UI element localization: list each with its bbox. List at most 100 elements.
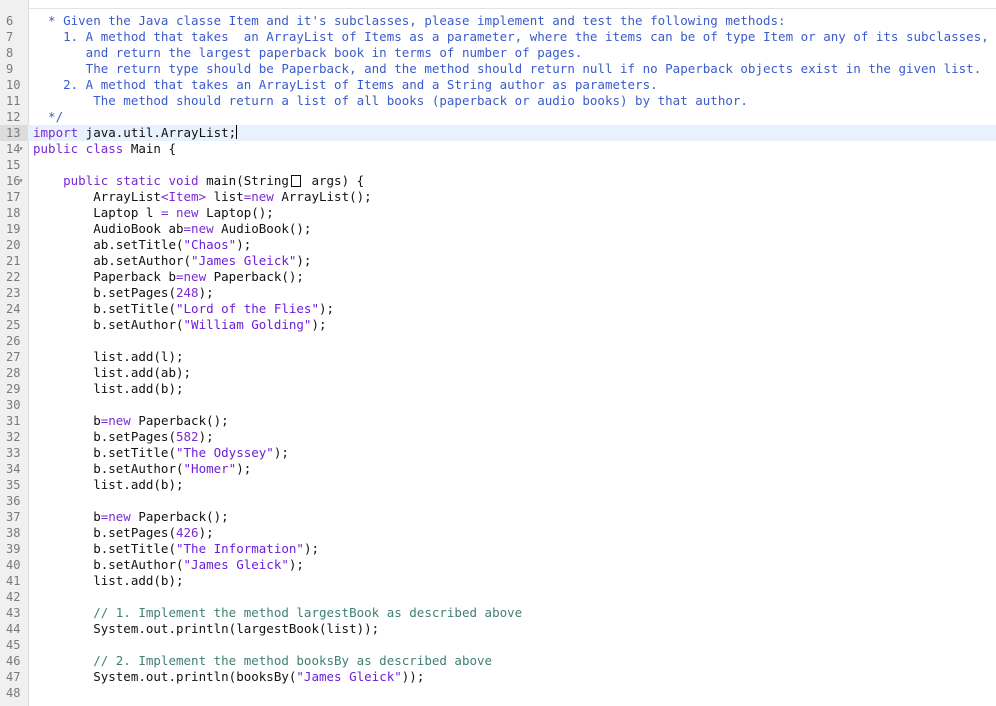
code-token: * Given the Java classe Item and it's su… [33,13,786,28]
code-line[interactable]: 27 list.add(l); [0,349,996,365]
code-line[interactable]: 10 2. A method that takes an ArrayList o… [0,77,996,93]
code-line[interactable]: 41 list.add(b); [0,573,996,589]
code-token: ); [198,285,214,300]
code-token: // 2. Implement the method booksBy as de… [33,653,493,668]
code-token: list.add(ab); [33,365,192,380]
code-text: 1. A method that takes an ArrayList of I… [33,29,989,45]
code-line[interactable]: 35 list.add(b); [0,477,996,493]
code-token: ab.setAuthor( [33,253,192,268]
code-token: public static void [63,173,199,188]
line-number: 25 [6,318,21,332]
code-line[interactable]: 8 and return the largest paperback book … [0,45,996,61]
line-number: 30 [6,398,21,412]
code-line[interactable]: 46 // 2. Implement the method booksBy as… [0,653,996,669]
code-line[interactable]: 28 list.add(ab); [0,365,996,381]
code-line[interactable]: 33 b.setTitle("The Odyssey"); [0,445,996,461]
code-line[interactable]: 19 AudioBook ab=new AudioBook(); [0,221,996,237]
code-line[interactable]: 16▾ public static void main(String[] arg… [0,173,996,189]
code-token: = new [160,205,199,220]
code-line[interactable]: 25 b.setAuthor("William Golding"); [0,317,996,333]
code-line[interactable]: 37 b=new Paperback(); [0,509,996,525]
code-text: */ [33,109,63,125]
line-number: 21 [6,254,21,268]
code-line[interactable]: 26 [0,333,996,349]
code-editor[interactable]: 6 * Given the Java classe Item and it's … [0,0,996,706]
code-line[interactable]: 32 b.setPages(582); [0,429,996,445]
code-token: =new [243,189,274,204]
line-number: 31 [6,414,21,428]
code-line[interactable]: 21 ab.setAuthor("James Gleick"); [0,253,996,269]
code-token: and return the largest paperback book in… [33,45,583,60]
code-line[interactable]: 39 b.setTitle("The Information"); [0,541,996,557]
code-token: b.setTitle( [33,301,176,316]
code-line[interactable]: 7 1. A method that takes an ArrayList of… [0,29,996,45]
code-lines[interactable]: 6 * Given the Java classe Item and it's … [0,13,996,701]
line-number: 12 [6,110,21,124]
code-line[interactable]: 13 import java.util.ArrayList; [0,125,996,141]
code-line[interactable]: 30 [0,397,996,413]
code-text: public static void main(String[] args) { [33,173,364,189]
code-token: [] [289,173,304,188]
code-line[interactable]: 48 [0,685,996,701]
code-text: b=new Paperback(); [33,413,229,429]
code-line[interactable]: 47 System.out.println(booksBy("James Gle… [0,669,996,685]
code-line[interactable]: 29 list.add(b); [0,381,996,397]
text-cursor [236,125,238,139]
code-line[interactable]: 40 b.setAuthor("James Gleick"); [0,557,996,573]
code-line[interactable]: 20 ab.setTitle("Chaos"); [0,237,996,253]
code-line[interactable]: 31 b=new Paperback(); [0,413,996,429]
code-token: "William Golding" [183,317,312,332]
code-token: "Chaos" [183,237,237,252]
code-text: The method should return a list of all b… [33,93,748,109]
code-line[interactable]: 17 ArrayList<Item> list=new ArrayList(); [0,189,996,205]
line-number: 48 [6,686,21,700]
code-token: list.add(b); [33,573,184,588]
code-line[interactable]: 12 */ [0,109,996,125]
code-text: list.add(b); [33,573,184,589]
code-line[interactable]: 18 Laptop l = new Laptop(); [0,205,996,221]
code-token: Paperback(); [130,413,229,428]
code-token: list.add(b); [33,477,184,492]
line-number: 8 [6,46,14,60]
code-line[interactable]: 38 b.setPages(426); [0,525,996,541]
code-text: // 1. Implement the method largestBook a… [33,605,522,621]
code-line[interactable]: 14 ▾ public class Main { [0,141,996,157]
code-token: )); [401,669,425,684]
code-line[interactable]: 23 b.setPages(248); [0,285,996,301]
array-bracket-glyph [290,175,301,187]
line-number: 9 [6,62,14,76]
code-text: list.add(b); [33,381,183,397]
code-token: Main { [123,141,176,156]
code-line[interactable]: 43 // 1. Implement the method largestBoo… [0,605,996,621]
code-token: b.setPages( [33,285,176,300]
fold-arrow-icon[interactable]: ▾ [16,173,26,189]
fold-arrow-icon[interactable]: ▾ [16,141,26,157]
code-line[interactable]: 9 The return type should be Paperback, a… [0,61,996,77]
line-number: 17 [6,190,21,204]
code-token: "Homer" [183,461,237,476]
code-token: "The Odyssey" [176,445,274,460]
code-token: import [33,125,79,140]
code-line[interactable]: 22 Paperback b=new Paperback(); [0,269,996,285]
code-line[interactable]: 15 [0,157,996,173]
code-line[interactable]: 11 The method should return a list of al… [0,93,996,109]
code-token: "James Gleick" [296,669,402,684]
code-token: Paperback(); [206,269,304,284]
line-number: 13 [0,125,28,141]
line-number: 39 [6,542,21,556]
code-line[interactable]: 42 [0,589,996,605]
code-token: System.out.println(booksBy( [33,669,297,684]
code-token: public class [33,141,124,156]
code-line[interactable]: 45 [0,637,996,653]
line-number: 28 [6,366,21,380]
code-token: =new [100,413,131,428]
code-line[interactable]: 6 * Given the Java classe Item and it's … [0,13,996,29]
code-token: args) { [303,173,365,188]
code-token: ); [303,541,319,556]
code-line[interactable]: 36 [0,493,996,509]
code-line[interactable]: 34 b.setAuthor("Homer"); [0,461,996,477]
code-line[interactable]: 24 b.setTitle("Lord of the Flies"); [0,301,996,317]
code-token: ); [288,557,304,572]
code-line[interactable]: 44 System.out.println(largestBook(list))… [0,621,996,637]
